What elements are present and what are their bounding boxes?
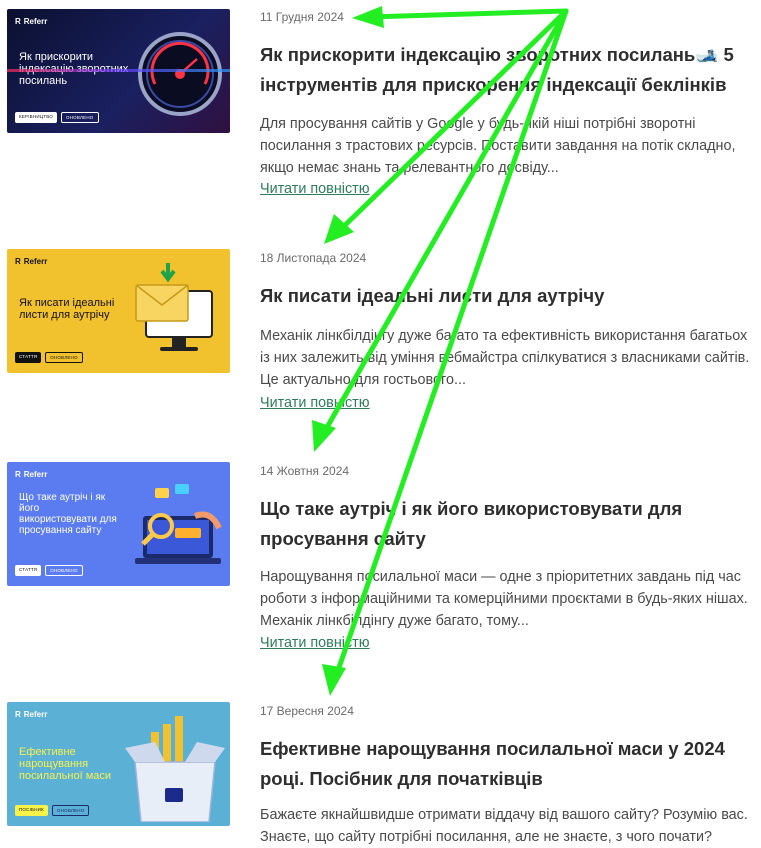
monitor-envelope-icon	[135, 263, 213, 351]
brand-logo: R Referr	[15, 710, 48, 719]
brand-logo: R Referr	[15, 470, 48, 479]
post-title[interactable]: Як писати ідеальні листи для аутрічу	[260, 281, 750, 311]
glow-stripe	[7, 69, 230, 72]
brand-logo: R Referr	[15, 257, 48, 266]
read-more-link[interactable]: Читати повністю	[260, 635, 370, 651]
post-date: 17 Вересня 2024	[260, 704, 354, 718]
box-chart-icon	[125, 716, 225, 822]
post-thumbnail[interactable]: R Referr Як писати ідеальні листи для аут…	[7, 249, 230, 373]
thumbnail-tag: посібник	[15, 805, 48, 816]
post-card: R Referr Що таке аутріч і як його викорис…	[0, 462, 761, 662]
post-title[interactable]: Ефективне нарощування посилальної маси у…	[260, 734, 750, 794]
thumbnail-tag: оновлено	[51, 805, 90, 816]
post-thumbnail[interactable]: R Referr Ефективне нарощування посилально…	[7, 702, 230, 826]
thumbnail-tag: оновлено	[61, 112, 99, 123]
speedometer-icon	[138, 32, 222, 116]
post-thumbnail[interactable]: R Referr Що таке аутріч і як його викорис…	[7, 462, 230, 586]
post-date: 18 Листопада 2024	[260, 251, 367, 265]
post-title[interactable]: Як прискорити індексацію зворотних посил…	[260, 40, 750, 100]
post-title[interactable]: Що таке аутріч і як його використовувати…	[260, 494, 750, 554]
post-excerpt: Бажаєте якнайшвидше отримати віддачу від…	[260, 807, 748, 845]
thumbnail-tag: стаття	[15, 565, 42, 576]
thumbnail-title: Ефективне нарощування посилальної маси	[19, 746, 112, 782]
arrowhead-icon	[324, 214, 354, 244]
laptop-magnifier-icon	[135, 484, 222, 564]
post-excerpt: Для просування сайтів у Google у будь-як…	[260, 116, 736, 176]
post-excerpt: Механік лінкбілдінгу дуже багато та ефек…	[260, 328, 750, 388]
thumbnail-tag: стаття	[15, 352, 42, 363]
thumbnail-title: Як писати ідеальні листи для аутрічу	[19, 297, 115, 321]
brand-logo: R Referr	[15, 17, 48, 26]
thumbnail-tag: керівництво	[15, 112, 57, 123]
post-excerpt: Нарощування посилальної маси — одне з пр…	[260, 569, 748, 629]
post-card: RReferr Як прискорити індексацію зворотн…	[0, 9, 761, 209]
thumbnail-tag: оновлено	[45, 565, 83, 576]
read-more-link[interactable]: Читати повністю	[260, 395, 370, 411]
post-thumbnail[interactable]: RReferr Як прискорити індексацію зворотн…	[7, 9, 230, 133]
arrowhead-icon	[322, 664, 346, 696]
post-date: 14 Жовтня 2024	[260, 464, 350, 478]
post-date: 11 Грудня 2024	[260, 10, 344, 24]
post-card: R Referr Ефективне нарощування посилально…	[0, 702, 761, 845]
thumbnail-tag: оновлено	[45, 352, 83, 363]
read-more-link[interactable]: Читати повністю	[260, 181, 370, 197]
thumbnail-title: Що таке аутріч і як його використовувати…	[19, 492, 117, 536]
post-card: R Referr Як писати ідеальні листи для аут…	[0, 249, 761, 429]
